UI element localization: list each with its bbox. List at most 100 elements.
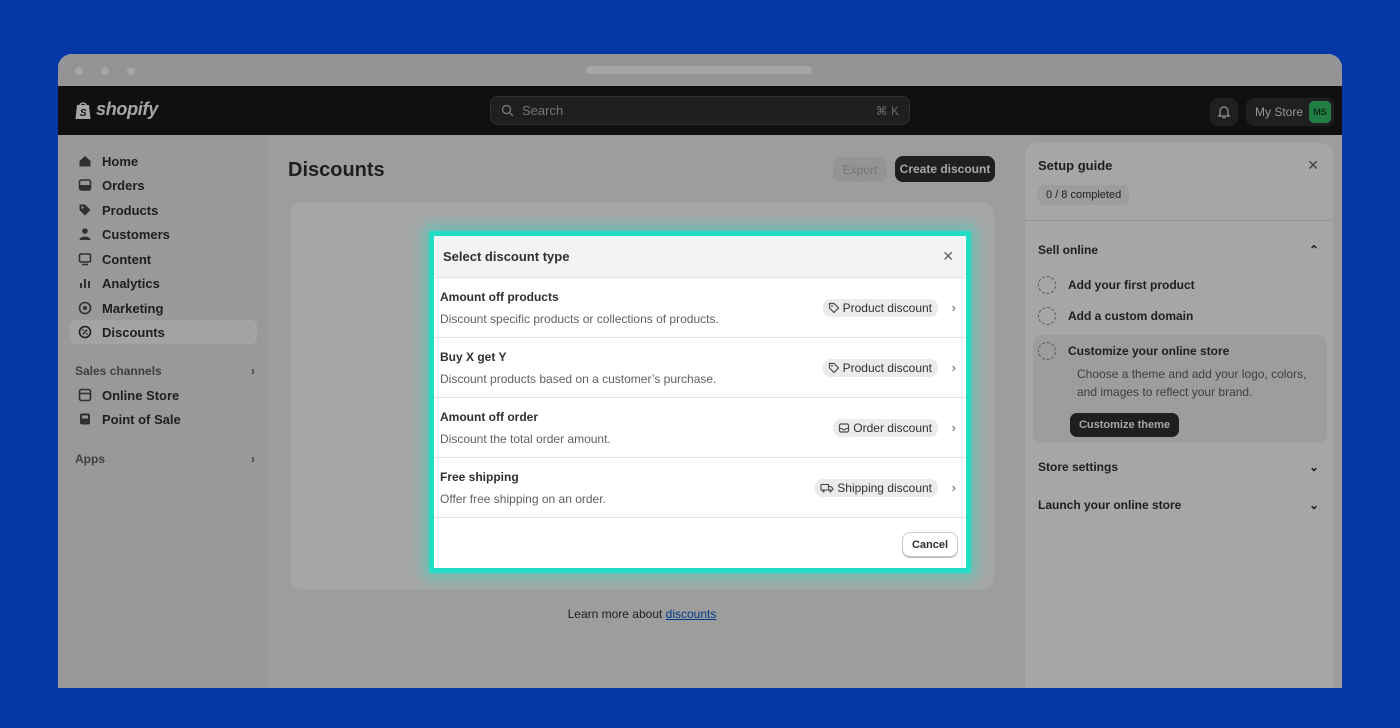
bell-icon [1217,106,1231,119]
notifications-button[interactable] [1210,98,1238,126]
sidebar-item-label: Orders [102,177,145,193]
cancel-button[interactable]: Cancel [902,532,958,557]
store-icon [78,388,92,402]
shopify-bag-icon: S [75,101,91,119]
section-label: Launch your online store [1038,498,1182,512]
top-bar: S shopify Search ⌘ K My Store MS [58,86,1342,135]
discount-icon [78,325,92,339]
chevron-down-icon: ⌄ [1308,498,1319,512]
avatar: MS [1309,101,1331,123]
tag-icon [79,204,91,216]
incomplete-circle-icon[interactable] [1038,307,1056,325]
search-input[interactable]: Search ⌘ K [490,96,910,125]
sidebar-item-label: Customers [102,226,170,242]
person-icon [79,228,91,240]
badge-label: Order discount [853,421,932,435]
section-label: Apps [75,452,105,466]
task-add-product[interactable]: Add your first product [1038,276,1195,294]
discount-type-badge: Shipping discount [815,479,938,497]
sidebar-item-label: Content [102,251,152,267]
chevron-down-icon: ⌄ [1308,460,1319,474]
sidebar-item-online-store[interactable]: Online Store [70,383,257,407]
discount-option-amount-off-products[interactable]: Amount off products Discount specific pr… [434,278,966,338]
create-discount-button[interactable]: Create discount [895,156,995,182]
truck-icon [820,483,834,493]
divider [1025,220,1333,221]
chevron-up-icon: ⌃ [1308,243,1319,257]
sidebar-item-label: Point of Sale [102,411,181,427]
task-label: Customize your online store [1068,344,1230,358]
discount-option-free-shipping[interactable]: Free shipping Offer free shipping on an … [434,458,966,518]
sell-online-header[interactable]: Sell online ⌃ [1038,243,1319,257]
task-description: Choose a theme and add your logo, colors… [1077,367,1307,399]
store-settings-header[interactable]: Store settings ⌄ [1038,460,1319,474]
sidebar-item-products[interactable]: Products [70,198,257,222]
sidebar: Home Orders Products Customers Content A… [58,135,268,688]
learn-more-text: Learn more about discounts [268,607,1016,621]
content-icon [78,253,92,266]
sales-channels-header[interactable]: Sales channels › [75,364,255,378]
sidebar-item-customers[interactable]: Customers [70,222,257,246]
task-customize-store-header[interactable]: Customize your online store [1038,342,1229,360]
task-label: Add a custom domain [1068,309,1194,323]
sidebar-item-orders[interactable]: Orders [70,173,257,197]
discount-option-buy-x-get-y[interactable]: Buy X get Y Discount products based on a… [434,338,966,398]
window-dot [101,67,109,75]
chevron-right-icon: › [951,480,956,495]
sidebar-item-marketing[interactable]: Marketing [70,296,257,320]
sidebar-item-discounts[interactable]: Discounts [70,320,257,344]
window-dot [127,67,135,75]
modal-title: Select discount type [443,249,570,264]
sidebar-item-label: Products [102,202,159,218]
sidebar-item-content[interactable]: Content [70,247,257,271]
sidebar-item-analytics[interactable]: Analytics [70,271,257,295]
close-icon[interactable]: ✕ [942,248,954,265]
search-shortcut: ⌘ K [875,103,899,118]
discount-type-badge: Product discount [822,299,938,317]
incomplete-circle-icon[interactable] [1038,342,1056,360]
store-name: My Store [1254,105,1303,119]
setup-guide-panel: Setup guide ✕ 0 / 8 completed Sell onlin… [1025,143,1333,688]
select-discount-modal: Select discount type ✕ Amount off produc… [429,231,971,573]
discounts-link[interactable]: discounts [666,607,717,621]
store-menu-button[interactable]: My Store MS [1246,98,1334,126]
shopify-logo[interactable]: S shopify [74,99,158,120]
target-icon [78,301,92,315]
bar-chart-icon [80,279,90,288]
home-icon [79,156,91,167]
search-placeholder: Search [522,103,564,118]
address-bar[interactable] [586,66,812,74]
brand-name: shopify [96,99,158,119]
chevron-right-icon: › [251,364,255,378]
incomplete-circle-icon[interactable] [1038,276,1056,294]
chevron-right-icon: › [951,360,956,375]
launch-store-header[interactable]: Launch your online store ⌄ [1038,498,1319,512]
orders-icon [78,179,92,191]
task-custom-domain[interactable]: Add a custom domain [1038,307,1193,325]
section-label: Store settings [1038,460,1119,474]
discount-type-badge: Order discount [833,419,938,437]
section-label: Sell online [1038,243,1099,257]
chevron-right-icon: › [951,420,956,435]
export-button[interactable]: Export [833,157,887,182]
search-icon [501,104,514,117]
tag-icon [828,302,839,314]
apps-header[interactable]: Apps › [75,452,255,466]
badge-label: Product discount [842,301,932,315]
task-customize-store: Customize your online store Choose a the… [1033,335,1327,443]
sidebar-item-home[interactable]: Home [70,149,257,173]
badge-label: Product discount [842,361,932,375]
discount-type-badge: Product discount [822,359,938,377]
window-dot [75,67,83,75]
badge-label: Shipping discount [837,481,932,495]
customize-theme-button[interactable]: Customize theme [1070,413,1179,437]
progress-badge: 0 / 8 completed [1038,185,1130,205]
browser-chrome [58,54,1342,86]
sidebar-item-point-of-sale[interactable]: Point of Sale [70,407,257,431]
section-label: Sales channels [75,364,162,378]
learn-more-prefix: Learn more about [567,607,666,621]
close-icon[interactable]: ✕ [1307,157,1319,174]
svg-text:S: S [80,108,87,119]
modal-footer: Cancel [434,518,966,568]
discount-option-amount-off-order[interactable]: Amount off order Discount the total orde… [434,398,966,458]
